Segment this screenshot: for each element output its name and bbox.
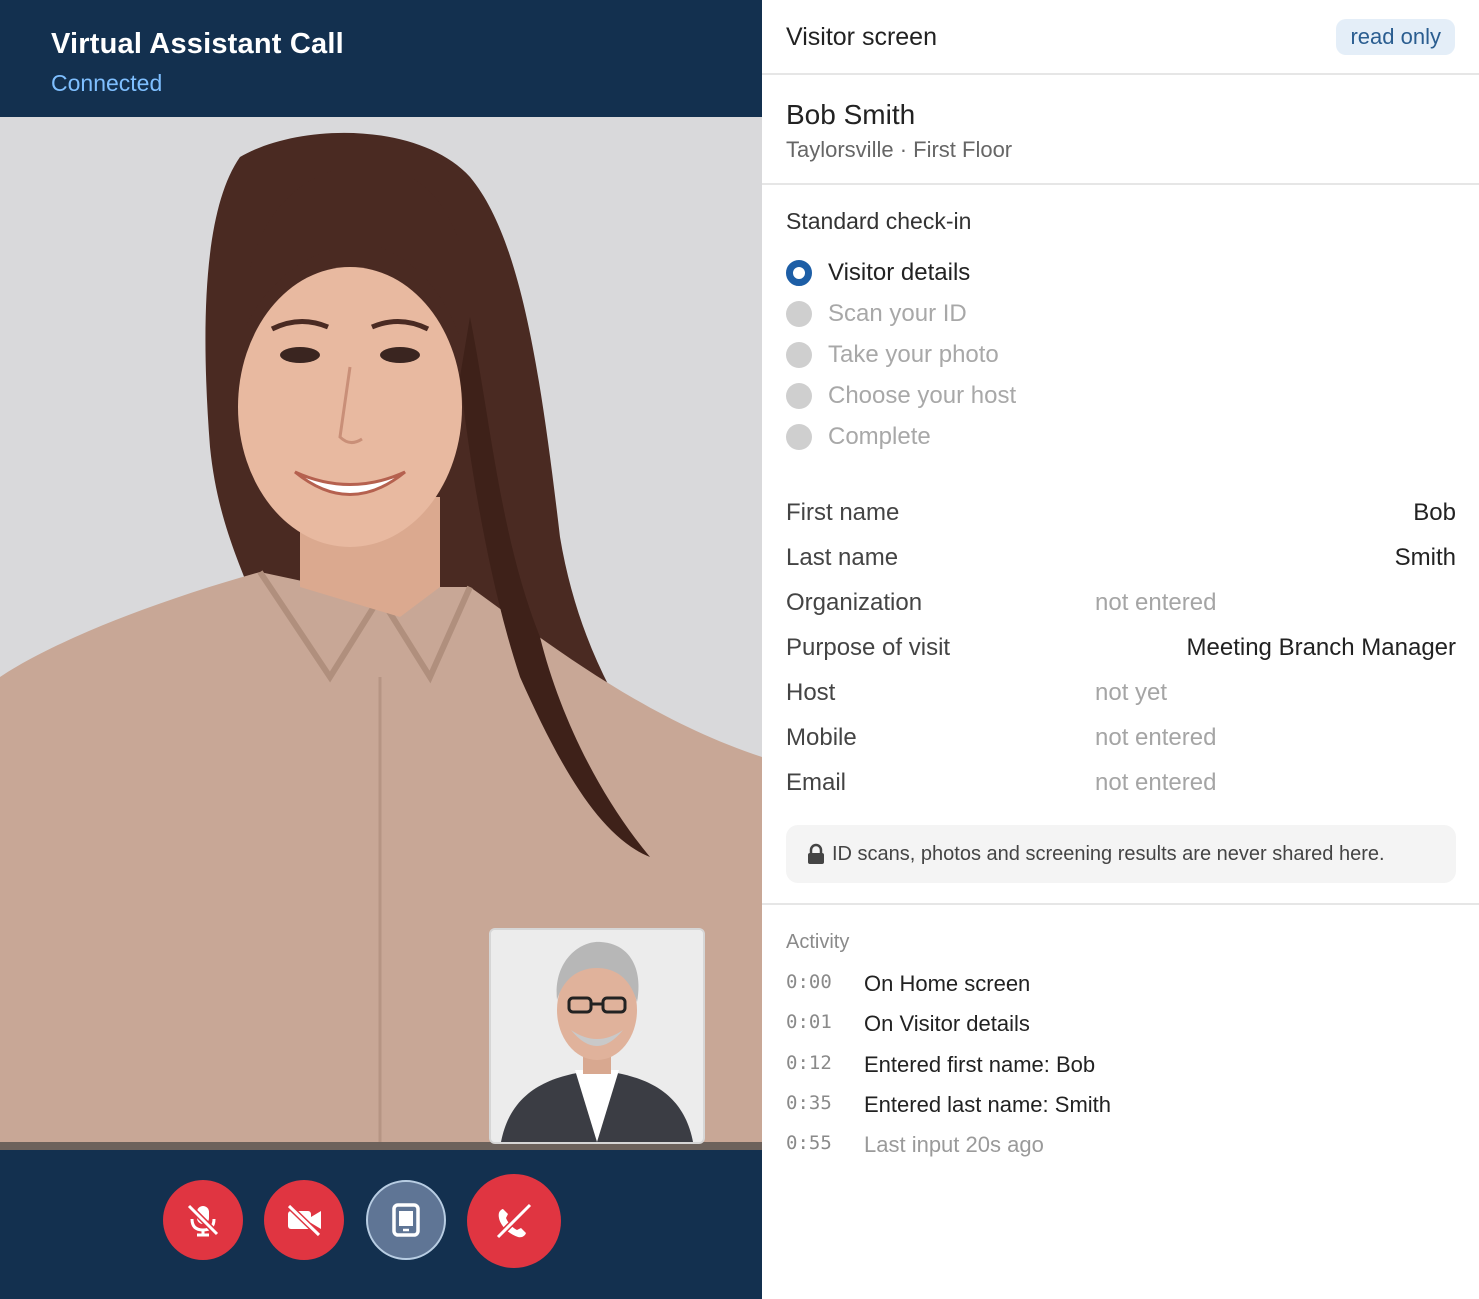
activity-time: 0:01 bbox=[786, 1011, 832, 1034]
field-first-name: First name Bob bbox=[786, 492, 1456, 537]
field-value: not entered bbox=[1095, 769, 1217, 796]
step-pending-icon bbox=[786, 423, 812, 450]
field-value: not entered bbox=[1095, 589, 1217, 616]
step-label: Take your photo bbox=[828, 340, 999, 368]
activity-event: On Home screen bbox=[864, 971, 1031, 996]
call-panel: Virtual Assistant Call Connected bbox=[0, 0, 762, 1299]
field-host: Host not yet bbox=[786, 672, 1456, 717]
activity-time: 0:12 bbox=[786, 1051, 832, 1074]
visitor-name: Bob Smith bbox=[786, 99, 916, 130]
panel-title: Visitor screen bbox=[786, 23, 937, 51]
field-label: Last name bbox=[786, 544, 899, 571]
step-active-icon bbox=[786, 259, 812, 286]
step-scan-id: Scan your ID bbox=[786, 293, 1016, 334]
checkin-flow-title: Standard check-in bbox=[786, 208, 972, 234]
mic-off-icon bbox=[186, 1203, 220, 1237]
activity-time: 0:55 bbox=[786, 1132, 832, 1155]
step-label: Choose your host bbox=[828, 381, 1017, 409]
field-value: not yet bbox=[1095, 679, 1168, 706]
lock-icon bbox=[808, 843, 824, 864]
field-value: Meeting Branch Manager bbox=[1186, 634, 1456, 661]
activity-time: 0:35 bbox=[786, 1091, 832, 1114]
field-label: Organization bbox=[786, 589, 923, 616]
field-last-name: Last name Smith bbox=[786, 537, 1456, 582]
self-view-video[interactable] bbox=[489, 928, 705, 1144]
visitor-video-image bbox=[491, 930, 703, 1142]
field-purpose-of-visit: Purpose of visit Meeting Branch Manager bbox=[786, 627, 1456, 672]
visitor-location: Taylorsville · First Floor bbox=[786, 137, 1013, 162]
step-label: Complete bbox=[828, 422, 931, 450]
activity-event: On Visitor details bbox=[864, 1011, 1030, 1037]
activity-event: Entered last name: Smith bbox=[864, 1091, 1112, 1117]
call-status: Connected bbox=[51, 70, 163, 96]
phone-hangup-icon bbox=[495, 1202, 533, 1240]
activity-item: 0:00 On Home screen bbox=[786, 965, 1456, 1005]
field-label: Purpose of visit bbox=[786, 634, 951, 661]
activity-item: 0:12 Entered first name: Bob bbox=[786, 1046, 1456, 1086]
video-off-icon bbox=[286, 1203, 322, 1238]
field-label: Host bbox=[786, 679, 836, 706]
field-organization: Organization not entered bbox=[786, 582, 1456, 627]
hang-up-button[interactable] bbox=[467, 1174, 561, 1268]
step-label: Visitor details bbox=[828, 258, 971, 286]
step-take-photo: Take your photo bbox=[786, 334, 1016, 375]
visitor-summary: Bob Smith Taylorsville · First Floor bbox=[762, 75, 1479, 185]
activity-event: Last input 20s ago bbox=[864, 1132, 1044, 1158]
activity-item: 0:55 Last input 20s ago bbox=[786, 1126, 1456, 1166]
step-visitor-details: Visitor details bbox=[786, 252, 1016, 293]
step-complete: Complete bbox=[786, 416, 1016, 457]
field-label: Email bbox=[786, 769, 847, 796]
step-pending-icon bbox=[786, 341, 812, 368]
read-only-badge: read only bbox=[1336, 19, 1455, 55]
activity-time: 0:00 bbox=[786, 971, 832, 993]
activity-item: 0:35 Entered last name: Smith bbox=[786, 1086, 1456, 1126]
activity-item: 0:01 On Visitor details bbox=[786, 1005, 1456, 1045]
call-title: Virtual Assistant Call bbox=[51, 28, 344, 60]
tablet-icon bbox=[392, 1203, 420, 1237]
call-header: Virtual Assistant Call Connected bbox=[0, 0, 762, 117]
privacy-notice: ID scans, photos and screening results a… bbox=[786, 825, 1456, 883]
checkin-steps: Visitor details Scan your ID Take your p… bbox=[786, 252, 1016, 457]
field-value: not entered bbox=[1095, 724, 1217, 751]
activity-log: Activity 0:00 On Home screen 0:01 On Vis… bbox=[762, 903, 1479, 1157]
field-value: Smith bbox=[1394, 544, 1456, 571]
field-label: Mobile bbox=[786, 724, 857, 751]
field-value: Bob bbox=[1413, 499, 1456, 526]
field-email: Email not entered bbox=[786, 762, 1456, 807]
activity-title: Activity bbox=[786, 931, 850, 953]
step-pending-icon bbox=[786, 382, 812, 409]
visitor-screen-panel: Visitor screen read only Bob Smith Taylo… bbox=[762, 0, 1479, 1299]
step-label: Scan your ID bbox=[828, 299, 967, 327]
activity-event: Entered first name: Bob bbox=[864, 1051, 1096, 1077]
call-controls bbox=[0, 1150, 762, 1299]
field-label: First name bbox=[786, 499, 900, 526]
mute-mic-button[interactable] bbox=[163, 1180, 243, 1260]
visitor-fields: First name Bob Last name Smith Organizat… bbox=[786, 492, 1456, 807]
activity-list: 0:00 On Home screen 0:01 On Visitor deta… bbox=[786, 965, 1456, 1166]
privacy-notice-text: ID scans, photos and screening results a… bbox=[832, 842, 1385, 865]
step-choose-host: Choose your host bbox=[786, 375, 1016, 416]
field-mobile: Mobile not entered bbox=[786, 717, 1456, 762]
panel-header: Visitor screen read only bbox=[762, 0, 1479, 75]
step-pending-icon bbox=[786, 300, 812, 327]
share-screen-button[interactable] bbox=[366, 1180, 446, 1260]
camera-button[interactable] bbox=[264, 1180, 344, 1260]
